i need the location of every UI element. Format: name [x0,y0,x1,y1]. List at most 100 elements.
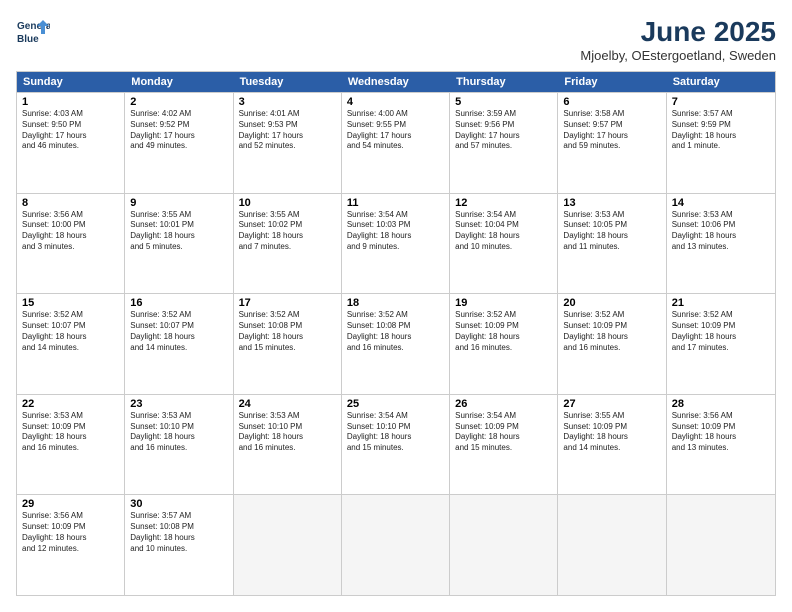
day-info: Sunrise: 3:53 AM Sunset: 10:10 PM Daylig… [130,411,227,454]
day-info: Sunrise: 3:55 AM Sunset: 10:01 PM Daylig… [130,210,227,253]
day-number: 5 [455,96,552,108]
day-info: Sunrise: 3:53 AM Sunset: 10:06 PM Daylig… [672,210,770,253]
calendar-cell [234,495,342,595]
header: General Blue June 2025 Mjoelby, OEstergo… [16,16,776,63]
day-number: 15 [22,297,119,309]
day-number: 23 [130,398,227,410]
calendar-row-2: 15Sunrise: 3:52 AM Sunset: 10:07 PM Dayl… [17,293,775,394]
day-info: Sunrise: 3:52 AM Sunset: 10:08 PM Daylig… [347,310,444,353]
page: General Blue June 2025 Mjoelby, OEstergo… [0,0,792,612]
calendar-cell [558,495,666,595]
day-number: 22 [22,398,119,410]
logo: General Blue [16,16,50,50]
calendar-cell: 15Sunrise: 3:52 AM Sunset: 10:07 PM Dayl… [17,294,125,394]
day-number: 14 [672,197,770,209]
day-info: Sunrise: 3:56 AM Sunset: 10:09 PM Daylig… [672,411,770,454]
month-title: June 2025 [580,16,776,48]
day-number: 2 [130,96,227,108]
day-number: 12 [455,197,552,209]
day-number: 17 [239,297,336,309]
calendar-cell: 29Sunrise: 3:56 AM Sunset: 10:09 PM Dayl… [17,495,125,595]
calendar-cell: 19Sunrise: 3:52 AM Sunset: 10:09 PM Dayl… [450,294,558,394]
day-info: Sunrise: 3:52 AM Sunset: 10:07 PM Daylig… [22,310,119,353]
day-info: Sunrise: 4:03 AM Sunset: 9:50 PM Dayligh… [22,109,119,152]
day-info: Sunrise: 3:52 AM Sunset: 10:09 PM Daylig… [672,310,770,353]
calendar-cell: 7Sunrise: 3:57 AM Sunset: 9:59 PM Daylig… [667,93,775,193]
day-number: 29 [22,498,119,510]
day-number: 20 [563,297,660,309]
day-number: 30 [130,498,227,510]
header-day-tuesday: Tuesday [234,72,342,92]
title-block: June 2025 Mjoelby, OEstergoetland, Swede… [580,16,776,63]
day-number: 1 [22,96,119,108]
day-info: Sunrise: 3:58 AM Sunset: 9:57 PM Dayligh… [563,109,660,152]
day-info: Sunrise: 3:57 AM Sunset: 9:59 PM Dayligh… [672,109,770,152]
calendar-cell: 10Sunrise: 3:55 AM Sunset: 10:02 PM Dayl… [234,194,342,294]
calendar-row-0: 1Sunrise: 4:03 AM Sunset: 9:50 PM Daylig… [17,92,775,193]
calendar-cell: 30Sunrise: 3:57 AM Sunset: 10:08 PM Dayl… [125,495,233,595]
svg-text:Blue: Blue [17,34,39,45]
day-number: 7 [672,96,770,108]
day-number: 16 [130,297,227,309]
day-number: 13 [563,197,660,209]
day-number: 18 [347,297,444,309]
day-number: 10 [239,197,336,209]
calendar-cell: 3Sunrise: 4:01 AM Sunset: 9:53 PM Daylig… [234,93,342,193]
day-info: Sunrise: 3:53 AM Sunset: 10:05 PM Daylig… [563,210,660,253]
calendar-cell: 21Sunrise: 3:52 AM Sunset: 10:09 PM Dayl… [667,294,775,394]
calendar-cell: 23Sunrise: 3:53 AM Sunset: 10:10 PM Dayl… [125,395,233,495]
day-number: 26 [455,398,552,410]
day-info: Sunrise: 3:56 AM Sunset: 10:00 PM Daylig… [22,210,119,253]
calendar-body: 1Sunrise: 4:03 AM Sunset: 9:50 PM Daylig… [17,92,775,595]
day-info: Sunrise: 3:55 AM Sunset: 10:09 PM Daylig… [563,411,660,454]
calendar-cell: 9Sunrise: 3:55 AM Sunset: 10:01 PM Dayli… [125,194,233,294]
calendar-header: SundayMondayTuesdayWednesdayThursdayFrid… [17,72,775,92]
day-number: 25 [347,398,444,410]
subtitle: Mjoelby, OEstergoetland, Sweden [580,48,776,63]
day-number: 6 [563,96,660,108]
day-info: Sunrise: 3:53 AM Sunset: 10:09 PM Daylig… [22,411,119,454]
calendar-cell: 28Sunrise: 3:56 AM Sunset: 10:09 PM Dayl… [667,395,775,495]
calendar-cell: 22Sunrise: 3:53 AM Sunset: 10:09 PM Dayl… [17,395,125,495]
day-info: Sunrise: 3:54 AM Sunset: 10:04 PM Daylig… [455,210,552,253]
calendar-cell: 4Sunrise: 4:00 AM Sunset: 9:55 PM Daylig… [342,93,450,193]
day-info: Sunrise: 3:52 AM Sunset: 10:09 PM Daylig… [563,310,660,353]
day-info: Sunrise: 3:57 AM Sunset: 10:08 PM Daylig… [130,511,227,554]
calendar-cell: 24Sunrise: 3:53 AM Sunset: 10:10 PM Dayl… [234,395,342,495]
day-info: Sunrise: 3:53 AM Sunset: 10:10 PM Daylig… [239,411,336,454]
calendar-cell: 8Sunrise: 3:56 AM Sunset: 10:00 PM Dayli… [17,194,125,294]
calendar-cell: 17Sunrise: 3:52 AM Sunset: 10:08 PM Dayl… [234,294,342,394]
calendar-cell: 13Sunrise: 3:53 AM Sunset: 10:05 PM Dayl… [558,194,666,294]
day-info: Sunrise: 3:52 AM Sunset: 10:07 PM Daylig… [130,310,227,353]
calendar-row-1: 8Sunrise: 3:56 AM Sunset: 10:00 PM Dayli… [17,193,775,294]
calendar-cell: 26Sunrise: 3:54 AM Sunset: 10:09 PM Dayl… [450,395,558,495]
calendar-cell: 12Sunrise: 3:54 AM Sunset: 10:04 PM Dayl… [450,194,558,294]
calendar-cell: 27Sunrise: 3:55 AM Sunset: 10:09 PM Dayl… [558,395,666,495]
day-number: 21 [672,297,770,309]
header-day-friday: Friday [558,72,666,92]
header-day-sunday: Sunday [17,72,125,92]
calendar-cell [667,495,775,595]
calendar-cell: 6Sunrise: 3:58 AM Sunset: 9:57 PM Daylig… [558,93,666,193]
calendar-cell: 25Sunrise: 3:54 AM Sunset: 10:10 PM Dayl… [342,395,450,495]
day-number: 4 [347,96,444,108]
calendar-cell: 2Sunrise: 4:02 AM Sunset: 9:52 PM Daylig… [125,93,233,193]
day-number: 27 [563,398,660,410]
day-number: 11 [347,197,444,209]
calendar-cell: 18Sunrise: 3:52 AM Sunset: 10:08 PM Dayl… [342,294,450,394]
calendar-cell: 20Sunrise: 3:52 AM Sunset: 10:09 PM Dayl… [558,294,666,394]
day-number: 9 [130,197,227,209]
day-info: Sunrise: 4:01 AM Sunset: 9:53 PM Dayligh… [239,109,336,152]
day-number: 3 [239,96,336,108]
header-day-monday: Monday [125,72,233,92]
day-info: Sunrise: 4:02 AM Sunset: 9:52 PM Dayligh… [130,109,227,152]
day-info: Sunrise: 3:54 AM Sunset: 10:10 PM Daylig… [347,411,444,454]
day-info: Sunrise: 3:52 AM Sunset: 10:08 PM Daylig… [239,310,336,353]
header-day-wednesday: Wednesday [342,72,450,92]
day-info: Sunrise: 3:56 AM Sunset: 10:09 PM Daylig… [22,511,119,554]
calendar-cell: 16Sunrise: 3:52 AM Sunset: 10:07 PM Dayl… [125,294,233,394]
calendar-row-3: 22Sunrise: 3:53 AM Sunset: 10:09 PM Dayl… [17,394,775,495]
calendar-cell: 11Sunrise: 3:54 AM Sunset: 10:03 PM Dayl… [342,194,450,294]
header-day-thursday: Thursday [450,72,558,92]
calendar-cell: 5Sunrise: 3:59 AM Sunset: 9:56 PM Daylig… [450,93,558,193]
